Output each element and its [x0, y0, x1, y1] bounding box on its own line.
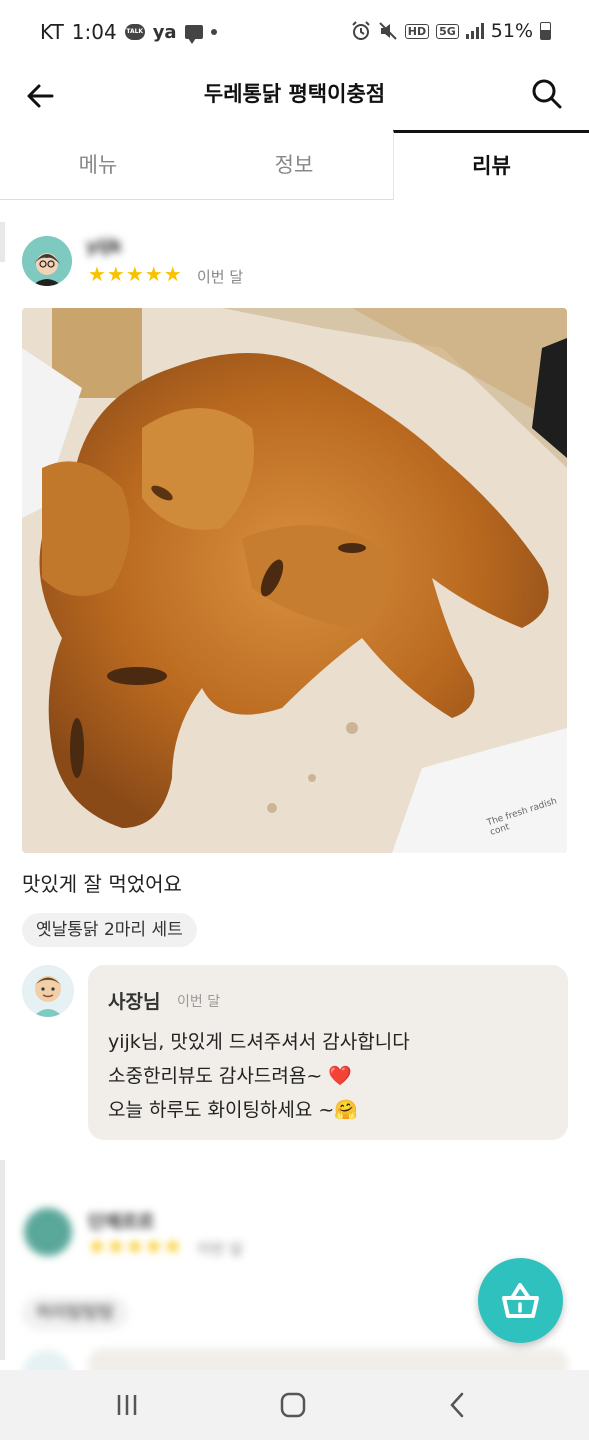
- reviewer-avatar[interactable]: [22, 236, 72, 286]
- more-notifications-icon: [210, 29, 217, 35]
- scroll-accent-2: [0, 1160, 5, 1360]
- owner-avatar-icon: [22, 965, 74, 1017]
- fried-chicken-image: [22, 308, 567, 853]
- battery-label: 51%: [490, 20, 533, 42]
- status-left: KT 1:04 TALK ya: [40, 20, 217, 44]
- back-nav-icon[interactable]: [446, 1391, 470, 1419]
- tab-reviews[interactable]: 리뷰: [393, 130, 589, 200]
- search-button[interactable]: [527, 74, 567, 114]
- header: 두레통닭 평택이충점: [0, 64, 589, 130]
- reviewer-name[interactable]: yijk: [86, 236, 122, 257]
- ordered-menu-chip: 옛날통닭 2마리 세트: [22, 913, 197, 947]
- page-title: 두레통닭 평택이충점: [203, 82, 386, 106]
- recent-apps-icon[interactable]: [114, 1392, 140, 1418]
- owner-avatar: [22, 965, 74, 1017]
- reviewer-avatar-2[interactable]: [24, 1208, 72, 1256]
- tab-menu[interactable]: 메뉴: [0, 130, 196, 200]
- owner-reply: 사장님 이번 달 yijk님, 맛있게 드셔주셔서 감사합니다 소중한리뷰도 감…: [88, 965, 568, 1140]
- search-icon: [532, 79, 562, 109]
- tab-info[interactable]: 정보: [196, 130, 392, 200]
- reply-date: 이번 달: [177, 994, 221, 1010]
- time-label: 1:04: [71, 20, 117, 44]
- cart-button[interactable]: [478, 1258, 563, 1343]
- reply-line-2: 소중한리뷰도 감사드려욤~ ❤️: [108, 1065, 352, 1087]
- mute-icon: [379, 22, 397, 40]
- review-date: 이번 달: [197, 268, 244, 286]
- signal-icon: [465, 23, 484, 39]
- review-text: 맛있게 잘 먹었어요: [22, 872, 182, 896]
- tab-bar: 메뉴 정보 리뷰: [0, 130, 589, 200]
- owner-name: 사장님: [108, 991, 161, 1013]
- battery-icon: [540, 22, 551, 40]
- review-photo[interactable]: The fresh radish cont: [22, 308, 567, 853]
- status-right: HD 5G 51%: [351, 20, 551, 42]
- system-nav-bar: [0, 1370, 589, 1440]
- ya-icon: ya: [152, 21, 177, 43]
- home-icon[interactable]: [279, 1391, 307, 1419]
- talk-icon: TALK: [124, 24, 145, 40]
- reply-line-3: 오늘 하루도 화이팅하세요 ~🤗: [108, 1099, 358, 1121]
- reply-line-1: yijk님, 맛있게 드셔주셔서 감사합니다: [108, 1031, 410, 1053]
- reviewer-name-2[interactable]: 단제르르: [88, 1208, 154, 1234]
- message-icon: [184, 25, 203, 44]
- review-date-2: 이번 달: [197, 1240, 244, 1258]
- hd-icon: HD: [404, 23, 430, 39]
- avatar-icon: [22, 236, 72, 286]
- rating-stars: ★★★★★: [88, 262, 183, 286]
- ordered-menu-chip-2: 허리탐탐탐: [22, 1296, 129, 1330]
- status-bar: KT 1:04 TALK ya HD 5G 51%: [0, 0, 589, 64]
- network-icon: 5G: [436, 23, 459, 39]
- scroll-accent: [0, 222, 5, 262]
- carrier-label: KT: [40, 20, 64, 44]
- rating-stars-2: ★★★★★: [88, 1234, 183, 1258]
- basket-icon: [502, 1283, 539, 1318]
- alarm-icon: [352, 21, 370, 40]
